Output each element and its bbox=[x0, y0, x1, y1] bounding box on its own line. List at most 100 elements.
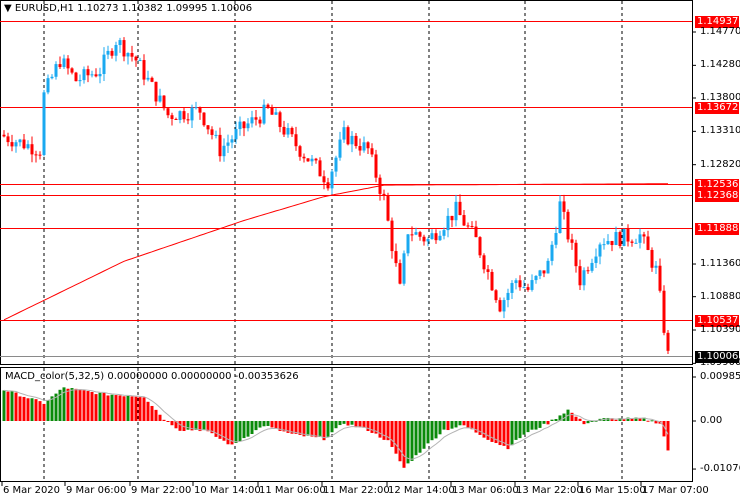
macd-histogram-bar bbox=[650, 420, 654, 422]
candle-body bbox=[246, 123, 250, 129]
candle-body bbox=[462, 215, 466, 226]
macd-histogram-bar bbox=[350, 421, 354, 425]
candle-body bbox=[626, 228, 630, 242]
macd-histogram-bar bbox=[46, 400, 50, 421]
time-axis-label: 9 Mar 22:00 bbox=[131, 485, 192, 496]
candle-body bbox=[654, 265, 658, 268]
candle-body bbox=[126, 53, 130, 57]
level-price-tag: 1.11888 bbox=[695, 222, 739, 235]
macd-histogram-bar bbox=[434, 421, 438, 439]
macd-histogram-bar bbox=[410, 421, 414, 461]
macd-histogram-bar bbox=[366, 421, 370, 432]
candle-body bbox=[2, 134, 6, 137]
macd-histogram-bar bbox=[462, 421, 466, 426]
candle-body bbox=[210, 129, 214, 135]
macd-histogram-bar bbox=[106, 395, 110, 421]
candle-body bbox=[30, 144, 34, 155]
macd-histogram-bar bbox=[162, 419, 166, 421]
candle-body bbox=[310, 158, 314, 162]
moving-average-line bbox=[3, 183, 669, 321]
macd-histogram-bar bbox=[474, 421, 478, 433]
macd-histogram-bar bbox=[2, 390, 6, 421]
macd-histogram-bar bbox=[202, 421, 206, 430]
macd-histogram-bar bbox=[262, 421, 266, 427]
macd-histogram-bar bbox=[234, 421, 238, 443]
candle-body bbox=[258, 119, 262, 124]
macd-histogram-bar bbox=[390, 421, 394, 447]
candle-body bbox=[502, 300, 506, 312]
macd-histogram-bar bbox=[74, 388, 78, 421]
candle-body bbox=[130, 53, 134, 57]
macd-histogram-bar bbox=[246, 421, 250, 437]
candle-body bbox=[90, 74, 94, 76]
candle-body bbox=[426, 239, 430, 242]
macd-histogram-bar bbox=[170, 421, 174, 426]
price-chart[interactable] bbox=[0, 0, 740, 500]
macd-histogram-bar bbox=[646, 420, 650, 422]
candle-body bbox=[390, 220, 394, 252]
candle-body bbox=[206, 125, 210, 130]
dropdown-icon[interactable]: ▼ bbox=[4, 3, 12, 14]
candle-body bbox=[278, 112, 282, 127]
candle-body bbox=[122, 40, 126, 57]
candle-body bbox=[62, 58, 66, 68]
macd-histogram-bar bbox=[66, 388, 70, 421]
macd-histogram-bar bbox=[250, 421, 254, 435]
candle-body bbox=[446, 215, 450, 231]
macd-histogram-bar bbox=[126, 395, 130, 421]
open-value: 1.10273 bbox=[77, 3, 119, 14]
candle-body bbox=[398, 263, 402, 284]
time-axis-label: 11 Mar 22:00 bbox=[323, 485, 390, 496]
level-price-tag: 1.12368 bbox=[695, 189, 739, 202]
macd-histogram-bar bbox=[430, 421, 434, 441]
macd-histogram-bar bbox=[326, 421, 330, 437]
macd-histogram-bar bbox=[358, 421, 362, 428]
candle-body bbox=[478, 237, 482, 256]
candle-body bbox=[46, 78, 50, 93]
time-axis-label: 11 Mar 06:00 bbox=[259, 485, 326, 496]
candle-body bbox=[182, 111, 186, 120]
macd-histogram-bar bbox=[638, 418, 642, 421]
candle-body bbox=[166, 108, 170, 116]
candle-body bbox=[434, 233, 438, 241]
macd-histogram-bar bbox=[70, 388, 74, 421]
macd-histogram-bar bbox=[226, 421, 230, 445]
candle-body bbox=[418, 232, 422, 237]
candle-body bbox=[42, 92, 46, 155]
candle-body bbox=[586, 270, 590, 272]
candle-body bbox=[134, 56, 138, 61]
macd-histogram-bar bbox=[578, 418, 582, 421]
candle-body bbox=[634, 242, 638, 244]
macd-histogram-bar bbox=[342, 421, 346, 424]
chart-title: ▼ EURUSD,H1 1.10273 1.10382 1.09995 1.10… bbox=[4, 3, 252, 14]
macd-histogram-bar bbox=[258, 421, 262, 428]
candle-body bbox=[606, 241, 610, 245]
macd-histogram-bar bbox=[10, 391, 14, 421]
candle-body bbox=[158, 95, 162, 102]
macd-histogram-bar bbox=[18, 396, 22, 421]
candle-body bbox=[518, 280, 522, 288]
macd-histogram-bar bbox=[378, 421, 382, 438]
price-tick-label: 1.13800 bbox=[700, 91, 740, 103]
price-tick-label: 1.14770 bbox=[700, 26, 740, 37]
candle-body bbox=[190, 107, 194, 121]
macd-histogram-bar bbox=[518, 421, 522, 439]
candle-body bbox=[534, 275, 538, 281]
candle-body bbox=[422, 236, 426, 242]
candle-body bbox=[414, 232, 418, 235]
candle-body bbox=[590, 262, 594, 271]
macd-histogram-bar bbox=[510, 421, 514, 446]
candle-body bbox=[622, 228, 626, 247]
candle-body bbox=[174, 119, 178, 121]
price-tick-label: 1.14280 bbox=[700, 59, 740, 71]
candle-body bbox=[14, 142, 18, 147]
time-axis-label: 9 Mar 06:00 bbox=[66, 485, 127, 496]
macd-histogram-bar bbox=[490, 421, 494, 442]
candle-body bbox=[74, 72, 78, 82]
candle-body bbox=[202, 112, 206, 126]
candle-body bbox=[578, 266, 582, 286]
macd-histogram-bar bbox=[318, 421, 322, 438]
time-axis-label: 10 Mar 14:00 bbox=[194, 485, 261, 496]
candle-body bbox=[506, 292, 510, 301]
candle-body bbox=[318, 160, 322, 177]
